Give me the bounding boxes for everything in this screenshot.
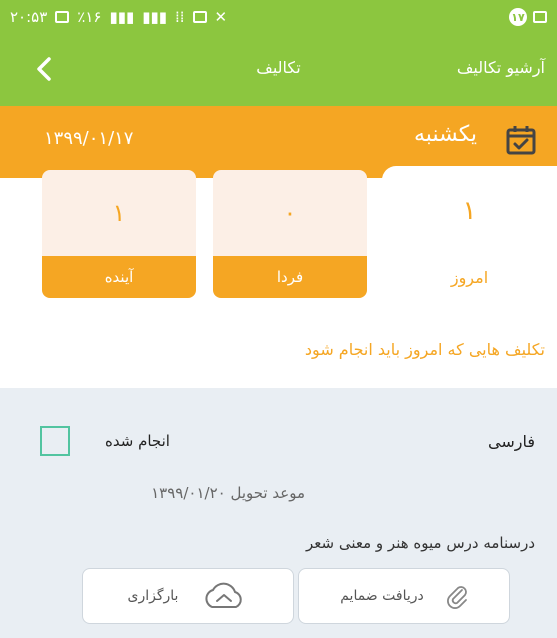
status-left: ۲۰:۵۳ ٪۱۶ ▮▮▮ ▮▮▮ ⁞⁞ ✕	[10, 8, 227, 26]
calendar-check-icon	[506, 126, 536, 155]
assignment-card: فارسی انجام شده موعد تحویل ۱۳۹۹/۰۱/۲۰ در…	[0, 388, 557, 638]
clock: ۲۰:۵۳	[10, 8, 48, 26]
battery-icon	[55, 11, 70, 23]
archive-link[interactable]: آرشیو تکالیف	[457, 58, 545, 77]
today-count: ۱	[462, 196, 477, 226]
paperclip-icon	[446, 586, 467, 609]
deadline-date: ۱۳۹۹/۰۱/۲۰	[151, 484, 226, 502]
signal-icon-2: ▮▮▮	[142, 8, 167, 26]
section-heading: تکلیف هایی که امروز باید انجام شود	[304, 340, 545, 359]
cloud-upload-icon	[205, 582, 243, 608]
current-date: ۱۳۹۹/۰۱/۱۷	[44, 128, 134, 149]
silent-icon: ✕	[214, 8, 228, 26]
app-bar: تکالیف آرشیو تکالیف	[0, 34, 557, 106]
image-icon	[533, 11, 547, 23]
assignment-description: درسنامه درس میوه هنر و معنی شعر	[305, 534, 535, 552]
future-label: آینده	[42, 256, 196, 298]
deadline: موعد تحویل ۱۳۹۹/۰۱/۲۰	[151, 484, 305, 502]
done-checkbox[interactable]	[40, 426, 70, 456]
tomorrow-count: ۰	[213, 170, 367, 256]
status-right: ۱۷	[509, 8, 547, 26]
upload-label: بارگزاری	[127, 588, 179, 604]
upload-button[interactable]: بارگزاری	[82, 568, 294, 624]
tomorrow-label: فردا	[213, 256, 367, 298]
notification-count-badge: ۱۷	[509, 8, 527, 26]
download-attachments-button[interactable]: دریافت ضمایم	[298, 568, 510, 624]
tab-future[interactable]: ۱ آینده	[42, 170, 196, 298]
tab-tomorrow[interactable]: ۰ فردا	[213, 170, 367, 298]
download-label: دریافت ضمایم	[340, 588, 424, 604]
day-name: یکشنبه	[414, 122, 477, 147]
subject-title: فارسی	[488, 432, 535, 451]
deadline-label: موعد تحویل	[230, 484, 305, 502]
data-icon: ⁞⁞	[174, 8, 185, 26]
battery-level: ٪۱۶	[77, 8, 102, 26]
today-label: امروز	[450, 268, 489, 287]
status-bar: ۲۰:۵۳ ٪۱۶ ▮▮▮ ▮▮▮ ⁞⁞ ✕ ۱۷	[0, 0, 557, 34]
future-count: ۱	[42, 170, 196, 256]
done-label: انجام شده	[105, 432, 170, 450]
signal-icon: ▮▮▮	[109, 8, 135, 26]
tab-today[interactable]: ۱ امروز	[382, 166, 557, 298]
notification-icon	[192, 11, 207, 23]
